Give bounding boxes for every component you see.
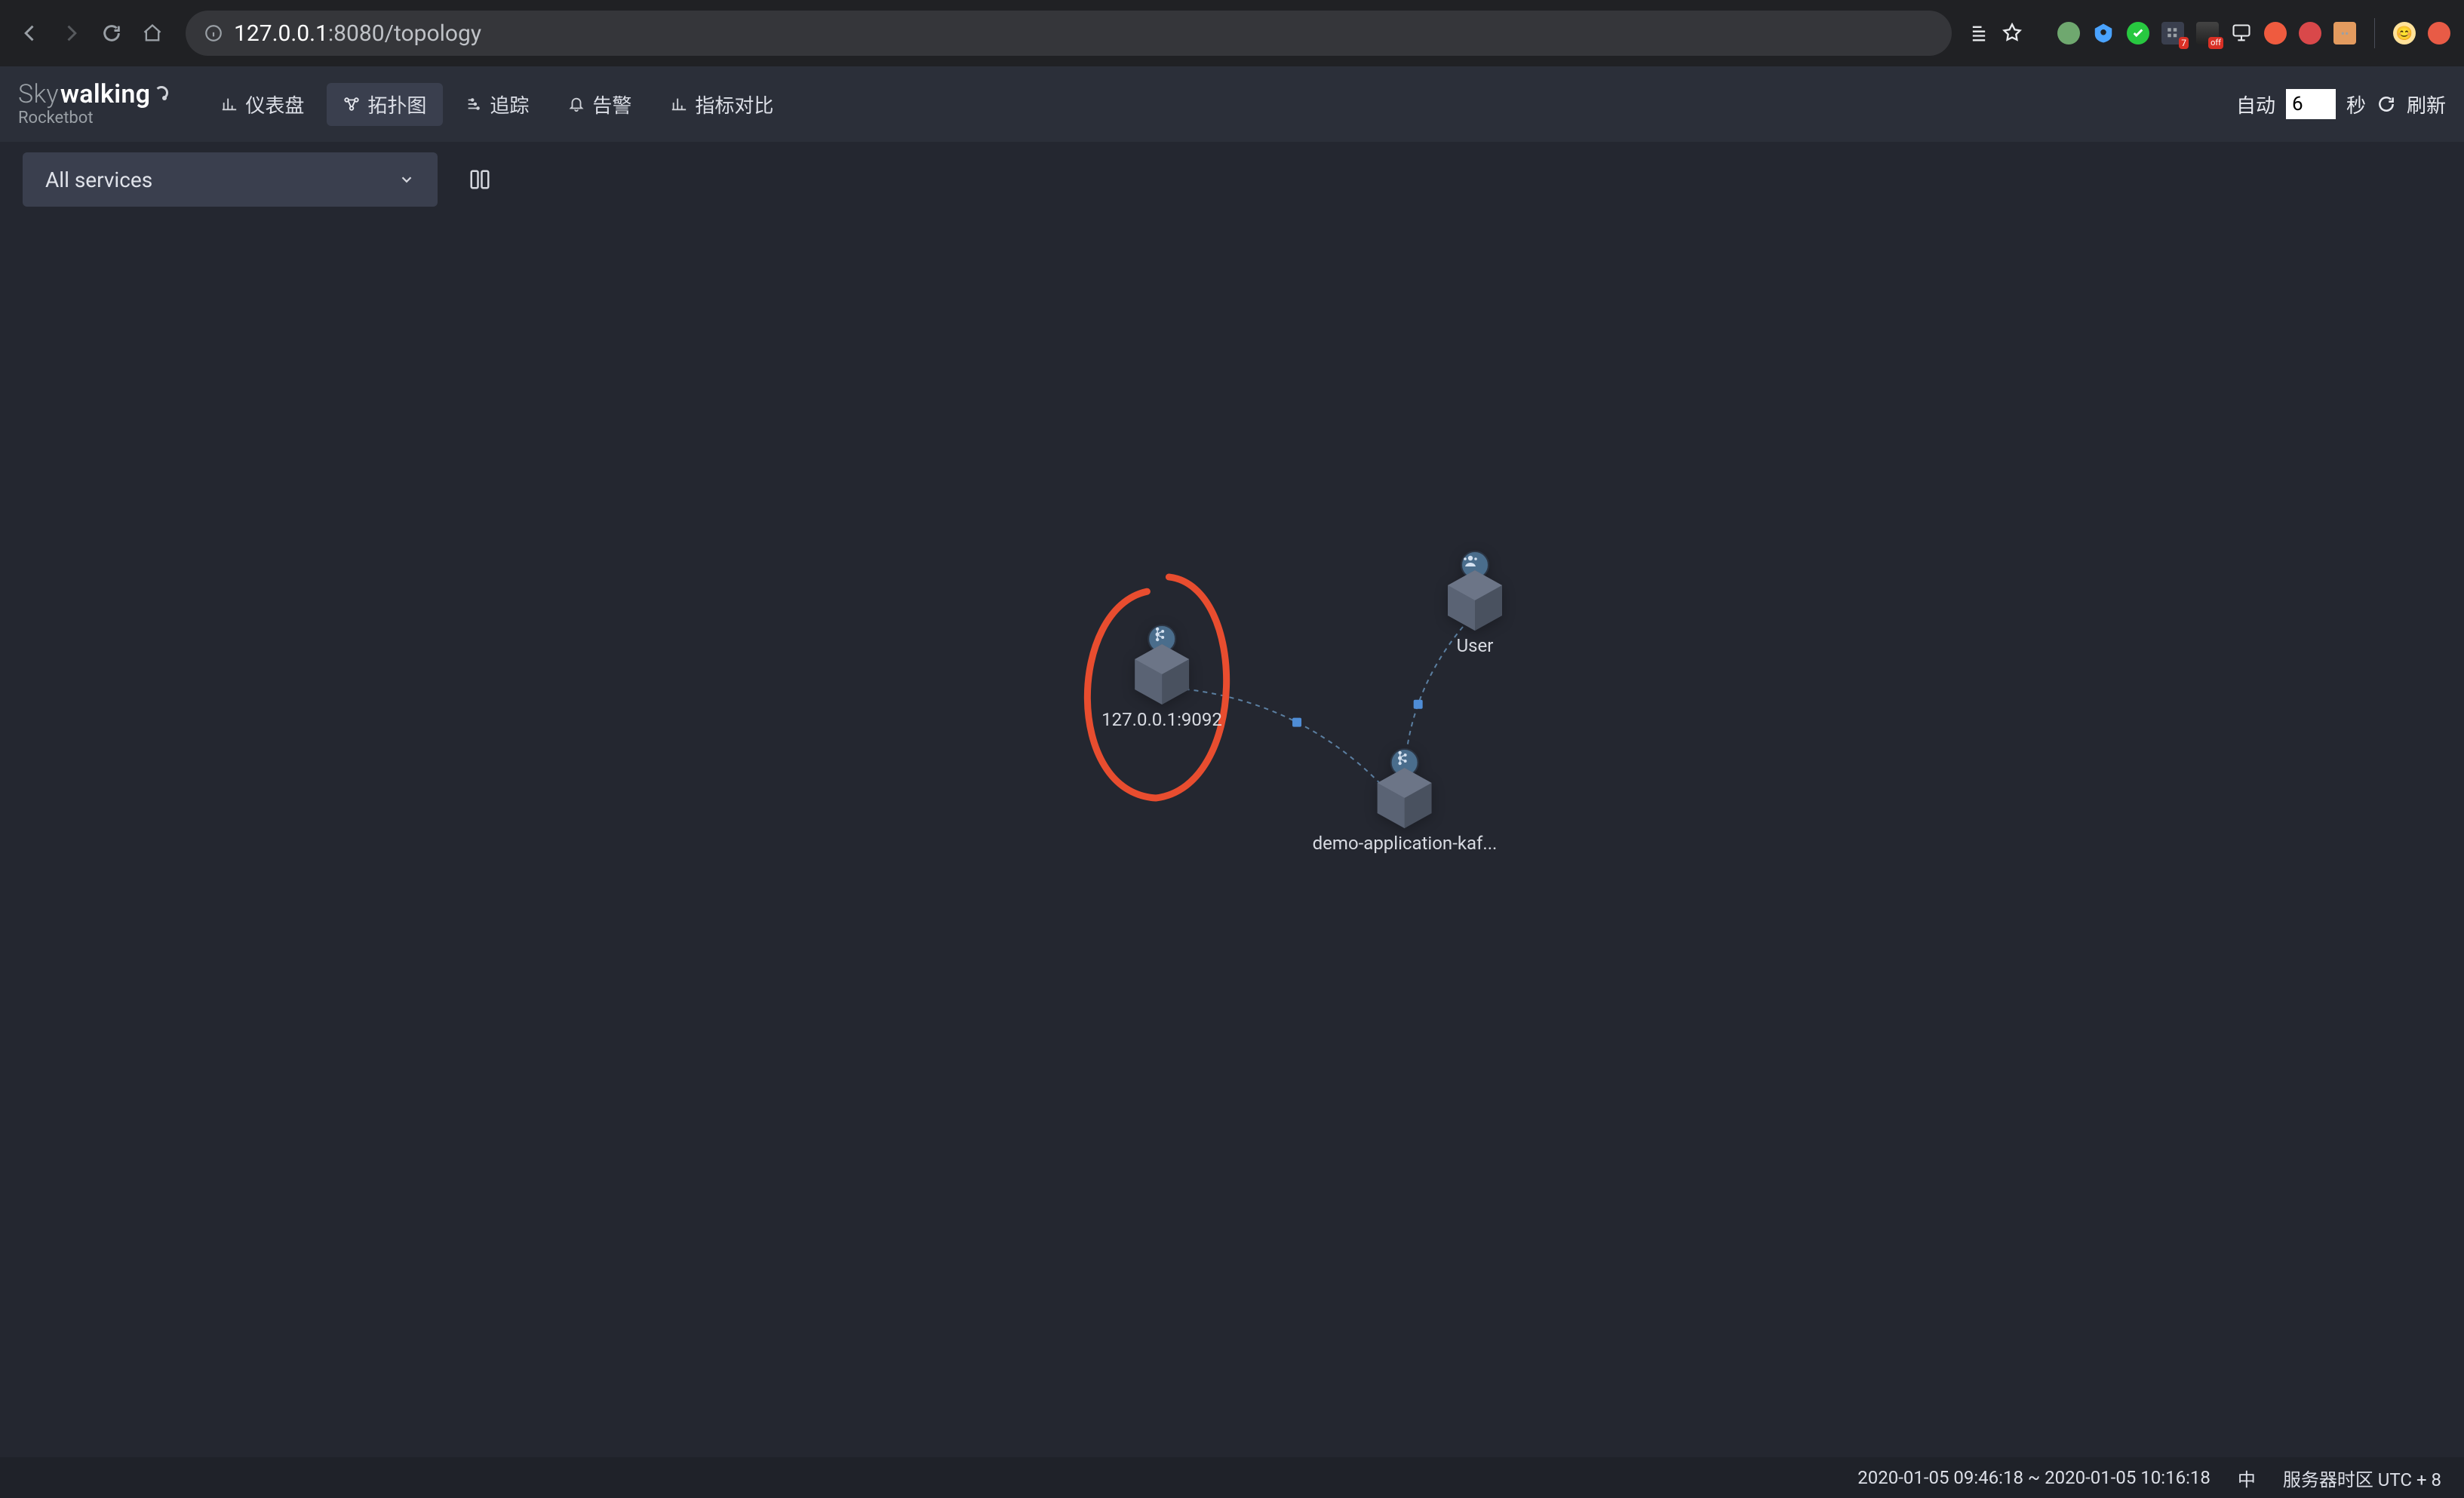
reader-icon[interactable] bbox=[1968, 23, 1989, 44]
separator bbox=[2374, 18, 2375, 48]
browser-reload-button[interactable] bbox=[95, 17, 128, 50]
browser-extensions: 7 off •• 😊 bbox=[1968, 18, 2450, 48]
extension-icon[interactable] bbox=[2299, 22, 2321, 45]
nav-tabs: 仪表盘 拓扑图 追踪 告警 指标对比 bbox=[204, 83, 790, 126]
node-cube bbox=[1448, 570, 1502, 631]
refresh-label[interactable]: 刷新 bbox=[2407, 91, 2446, 118]
node-cube bbox=[1378, 768, 1432, 828]
nav-tab-trace[interactable]: 追踪 bbox=[449, 83, 545, 126]
browser-profile-avatar[interactable]: 😊 bbox=[2393, 22, 2416, 45]
app-logo: Skywalking Rocketbot bbox=[18, 81, 186, 127]
logo-swoosh-icon bbox=[155, 86, 168, 100]
node-cube bbox=[1135, 644, 1189, 704]
chart-icon bbox=[221, 96, 238, 112]
auto-label: 自动 bbox=[2236, 91, 2275, 118]
nav-tab-label: 告警 bbox=[592, 91, 631, 118]
nav-tab-label: 仪表盘 bbox=[245, 91, 304, 118]
topology-node[interactable]: User bbox=[1448, 570, 1502, 656]
url-host: 127.0.0.1 bbox=[234, 20, 328, 47]
info-icon bbox=[204, 23, 223, 43]
app-nav: Skywalking Rocketbot 仪表盘 拓扑图 追踪 告警 指标对比 … bbox=[0, 66, 2464, 142]
logo-text-1: Sky bbox=[18, 81, 59, 107]
nav-right-controls: 自动 秒 刷新 bbox=[2236, 89, 2446, 119]
seconds-label: 秒 bbox=[2346, 91, 2366, 118]
extension-icon[interactable]: 7 bbox=[2161, 22, 2184, 45]
nav-tab-label: 指标对比 bbox=[695, 91, 773, 118]
bell-icon bbox=[568, 96, 585, 112]
bookmark-star-icon[interactable] bbox=[2002, 23, 2023, 44]
app-body: All services 127.0.0.1:9092 bbox=[0, 142, 2464, 1457]
url-port: :8080 bbox=[328, 20, 385, 47]
topology-canvas[interactable]: 127.0.0.1:9092 demo-application-kaf... U… bbox=[0, 142, 2464, 1457]
extension-icon[interactable] bbox=[2428, 22, 2450, 45]
nav-tab-alarm[interactable]: 告警 bbox=[551, 83, 648, 126]
browser-address-bar[interactable]: 127.0.0.1:8080/topology bbox=[186, 11, 1952, 56]
topology-node[interactable]: demo-application-kaf... bbox=[1313, 768, 1498, 854]
logo-subtitle: Rocketbot bbox=[18, 110, 168, 127]
status-timezone: 服务器时区 UTC + 8 bbox=[2283, 1465, 2441, 1491]
node-label: User bbox=[1457, 635, 1494, 656]
url-path: /topology bbox=[385, 20, 481, 47]
nav-tab-topology[interactable]: 拓扑图 bbox=[327, 83, 443, 126]
extension-icon[interactable]: off bbox=[2196, 22, 2219, 45]
extension-icon[interactable] bbox=[2092, 22, 2115, 45]
refresh-interval-input[interactable] bbox=[2286, 89, 2336, 119]
status-time-range[interactable]: 2020-01-05 09:46:18 ~ 2020-01-05 10:16:1… bbox=[1857, 1467, 2211, 1488]
extension-icon[interactable] bbox=[2264, 22, 2287, 45]
browser-forward-button[interactable] bbox=[54, 17, 88, 50]
browser-back-button[interactable] bbox=[14, 17, 47, 50]
extension-icon[interactable] bbox=[2231, 23, 2252, 44]
extension-icon[interactable]: •• bbox=[2333, 22, 2356, 45]
node-label: demo-application-kaf... bbox=[1313, 833, 1498, 854]
refresh-icon[interactable] bbox=[2376, 94, 2396, 114]
chart-icon bbox=[671, 96, 687, 112]
logo-text-2: walking bbox=[60, 81, 150, 107]
extension-icon[interactable] bbox=[2127, 22, 2149, 45]
nav-tab-label: 拓扑图 bbox=[367, 91, 426, 118]
topology-node[interactable]: 127.0.0.1:9092 bbox=[1101, 644, 1222, 730]
trace-icon bbox=[465, 96, 482, 112]
browser-home-button[interactable] bbox=[136, 17, 169, 50]
browser-toolbar: 127.0.0.1:8080/topology 7 off •• 😊 bbox=[0, 0, 2464, 66]
nav-tab-label: 追踪 bbox=[490, 91, 529, 118]
node-label: 127.0.0.1:9092 bbox=[1101, 709, 1222, 730]
topology-edges bbox=[0, 142, 2464, 1457]
status-bar: 2020-01-05 09:46:18 ~ 2020-01-05 10:16:1… bbox=[0, 1457, 2464, 1498]
nav-tab-compare[interactable]: 指标对比 bbox=[654, 83, 790, 126]
nav-tab-dashboard[interactable]: 仪表盘 bbox=[204, 83, 321, 126]
extension-icon[interactable] bbox=[2057, 22, 2080, 45]
status-lang[interactable]: 中 bbox=[2238, 1465, 2256, 1491]
topology-icon bbox=[343, 96, 360, 112]
